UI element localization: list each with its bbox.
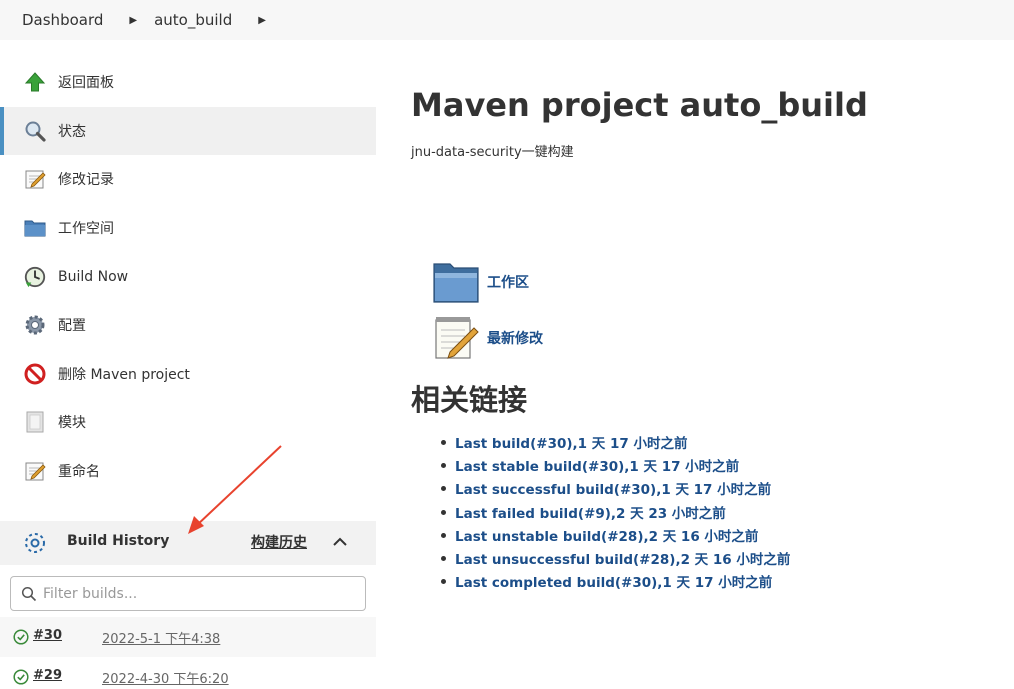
chevron-up-icon[interactable]: [330, 532, 350, 552]
permalinks-list: Last build(#30),1 天 17 小时之前 Last stable …: [440, 432, 790, 594]
breadcrumb-dashboard[interactable]: Dashboard: [22, 11, 103, 29]
success-check-icon: [13, 669, 29, 685]
search-icon: [21, 586, 37, 602]
success-check-icon: [13, 629, 29, 645]
permalink-last-unsuccessful-build[interactable]: Last unsuccessful build(#28),2 天 16 小时之前: [440, 548, 790, 571]
folder-icon: [23, 216, 47, 240]
permalink-last-unstable-build[interactable]: Last unstable build(#28),2 天 16 小时之前: [440, 525, 790, 548]
filter-builds-input[interactable]: [43, 577, 361, 610]
build-trend-link[interactable]: 构建历史: [251, 532, 307, 552]
build-number-link[interactable]: #30: [33, 628, 62, 643]
workspace-link[interactable]: 工作区: [432, 258, 529, 306]
breadcrumb-project[interactable]: auto_build: [154, 11, 232, 29]
build-history-icon: [23, 531, 47, 555]
sidebar-item-back-to-dashboard[interactable]: 返回面板: [0, 58, 376, 107]
build-history-header: Build History 构建历史: [0, 521, 376, 565]
notepad-icon: [432, 314, 480, 362]
build-number-link[interactable]: #29: [33, 668, 62, 683]
permalink-last-build[interactable]: Last build(#30),1 天 17 小时之前: [440, 432, 790, 455]
related-links-title: 相关链接: [411, 383, 528, 417]
sidebar-item-label: 工作空间: [58, 221, 114, 238]
sidebar-item-label: 模块: [58, 415, 86, 432]
sidebar-item-configure[interactable]: 配置: [0, 301, 376, 350]
project-description: jnu-data-security一键构建: [411, 145, 574, 160]
breadcrumb: Dashboard ▶ auto_build ▶: [0, 0, 1014, 40]
sidebar-item-changes[interactable]: 修改记录: [0, 155, 376, 204]
sidebar-item-modules[interactable]: 模块: [0, 398, 376, 447]
workspace-link-label: 工作区: [487, 275, 529, 291]
sidebar-item-label: 返回面板: [58, 75, 114, 92]
permalink-last-successful-build[interactable]: Last successful build(#30),1 天 17 小时之前: [440, 478, 790, 501]
recent-changes-link-label: 最新修改: [487, 331, 543, 347]
sidebar-item-label: 修改记录: [58, 172, 114, 189]
clock-icon: [23, 265, 47, 289]
page-title: Maven project auto_build: [411, 86, 868, 124]
notepad-icon: [23, 459, 47, 483]
notepad-icon: [23, 167, 47, 191]
build-date-link[interactable]: 2022-5-1 下午4:38: [102, 628, 220, 647]
module-icon: [23, 410, 47, 434]
build-date-link[interactable]: 2022-4-30 下午6:20: [102, 668, 229, 687]
recent-changes-link[interactable]: 最新修改: [432, 314, 543, 362]
search-icon: [23, 119, 47, 143]
filter-builds-field: [10, 576, 366, 611]
sidebar: 返回面板 状态 修改记录 工作空间 Build Now 配置 删除 Maven …: [0, 58, 376, 495]
build-row: #30 2022-5-1 下午4:38: [0, 617, 376, 657]
breadcrumb-separator-icon[interactable]: ▶: [258, 15, 266, 26]
permalink-last-completed-build[interactable]: Last completed build(#30),1 天 17 小时之前: [440, 571, 790, 594]
sidebar-item-rename[interactable]: 重命名: [0, 447, 376, 496]
sidebar-item-label: 重命名: [58, 464, 100, 481]
sidebar-item-workspace[interactable]: 工作空间: [0, 204, 376, 253]
build-history-title: Build History: [67, 533, 170, 549]
permalink-last-failed-build[interactable]: Last failed build(#9),2 天 23 小时之前: [440, 502, 790, 525]
breadcrumb-separator-icon[interactable]: ▶: [129, 15, 137, 26]
no-entry-icon: [23, 362, 47, 386]
permalink-last-stable-build[interactable]: Last stable build(#30),1 天 17 小时之前: [440, 455, 790, 478]
sidebar-item-label: 状态: [58, 123, 86, 140]
sidebar-item-delete-project[interactable]: 删除 Maven project: [0, 350, 376, 399]
sidebar-item-label: Build Now: [58, 268, 129, 285]
up-arrow-icon: [23, 70, 47, 94]
build-row: #29 2022-4-30 下午6:20: [0, 657, 376, 689]
sidebar-item-status[interactable]: 状态: [0, 106, 376, 156]
sidebar-item-label: 配置: [58, 318, 86, 335]
sidebar-item-label: 删除 Maven project: [58, 366, 190, 383]
gear-icon: [23, 313, 47, 337]
sidebar-item-build-now[interactable]: Build Now: [0, 252, 376, 301]
folder-icon: [432, 258, 480, 306]
